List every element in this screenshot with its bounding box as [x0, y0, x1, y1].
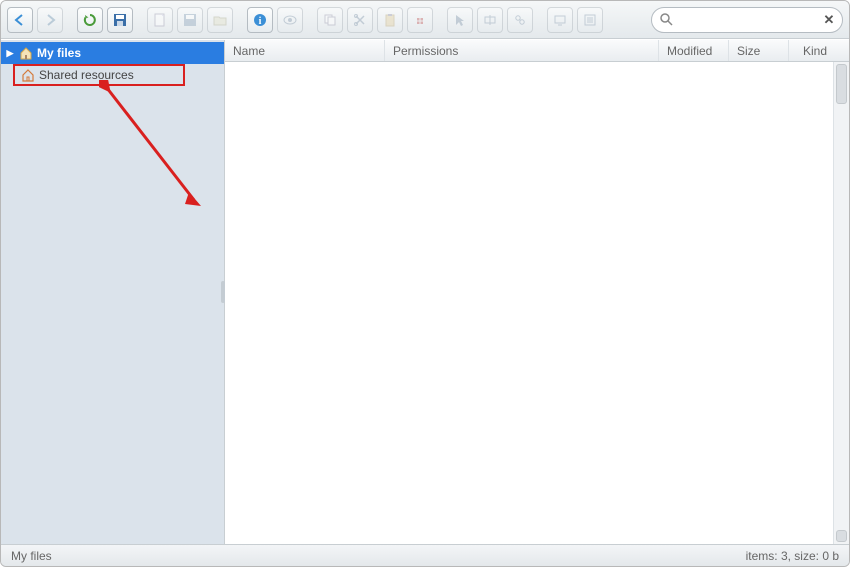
clear-search-button[interactable]: ✕ — [821, 12, 837, 28]
forward-button[interactable] — [37, 7, 63, 33]
column-headers: Name Permissions Modified Size Kind — [225, 40, 849, 62]
rename-icon — [483, 13, 497, 27]
vertical-scrollbar[interactable] — [833, 62, 849, 544]
file-manager-window: i — [0, 0, 850, 567]
file-area — [225, 62, 849, 544]
file-list[interactable] — [225, 62, 833, 544]
properties-icon — [583, 13, 597, 27]
rename-button[interactable] — [477, 7, 503, 33]
main-pane: Name Permissions Modified Size Kind — [225, 40, 849, 544]
select-button[interactable] — [447, 7, 473, 33]
status-bar: My files items: 3, size: 0 b — [1, 544, 849, 566]
info-button[interactable]: i — [247, 7, 273, 33]
reload-icon — [83, 13, 97, 27]
floppy-icon — [113, 13, 127, 27]
folder-open-icon — [213, 13, 227, 27]
sidebar: ▶ My files Shared resources — [1, 40, 225, 544]
new-file-icon — [153, 13, 167, 27]
monitor-icon — [553, 13, 567, 27]
toolbar: i — [1, 1, 849, 39]
chevron-right-icon[interactable]: ▶ — [5, 48, 15, 59]
view-button[interactable] — [547, 7, 573, 33]
column-permissions[interactable]: Permissions — [385, 40, 659, 61]
eye-icon — [283, 13, 297, 27]
status-path: My files — [11, 549, 746, 563]
copy-button[interactable] — [317, 7, 343, 33]
scroll-thumb-bottom[interactable] — [836, 530, 847, 542]
properties-button[interactable] — [577, 7, 603, 33]
copy-icon — [323, 13, 337, 27]
column-modified[interactable]: Modified — [659, 40, 729, 61]
column-size[interactable]: Size — [729, 40, 789, 61]
back-button[interactable] — [7, 7, 33, 33]
clipboard-icon — [383, 13, 397, 27]
link-icon — [513, 13, 527, 27]
save-button[interactable] — [107, 7, 133, 33]
search-input[interactable] — [651, 7, 843, 33]
sidebar-item-shared-resources[interactable]: Shared resources — [1, 64, 224, 86]
save-as-button[interactable] — [177, 7, 203, 33]
cursor-icon — [453, 13, 467, 27]
svg-text:i: i — [259, 16, 262, 27]
folder-tree: ▶ My files Shared resources — [1, 40, 224, 88]
column-kind[interactable]: Kind — [789, 40, 849, 61]
house-icon — [21, 68, 35, 82]
home-icon — [19, 46, 33, 60]
sidebar-item-my-files[interactable]: ▶ My files — [1, 42, 224, 64]
search-box: ✕ — [651, 7, 843, 33]
paste-button[interactable] — [377, 7, 403, 33]
scroll-thumb[interactable] — [836, 64, 847, 104]
body: ▶ My files Shared resources Nam — [1, 39, 849, 544]
new-file-button[interactable] — [147, 7, 173, 33]
reload-button[interactable] — [77, 7, 103, 33]
arrow-left-icon — [13, 13, 27, 27]
delete-button[interactable] — [407, 7, 433, 33]
info-icon: i — [253, 13, 267, 27]
cut-button[interactable] — [347, 7, 373, 33]
tree-label: My files — [37, 46, 81, 60]
scissors-icon — [353, 13, 367, 27]
arrow-right-icon — [43, 13, 57, 27]
link-button[interactable] — [507, 7, 533, 33]
preview-button[interactable] — [277, 7, 303, 33]
floppy-icon — [183, 13, 197, 27]
tree-label: Shared resources — [39, 68, 134, 82]
column-name[interactable]: Name — [225, 40, 385, 61]
sidebar-resize-handle[interactable] — [221, 281, 225, 303]
status-summary: items: 3, size: 0 b — [746, 549, 839, 563]
open-button[interactable] — [207, 7, 233, 33]
annotation-arrow-icon — [99, 80, 209, 210]
delete-icon — [413, 13, 427, 27]
